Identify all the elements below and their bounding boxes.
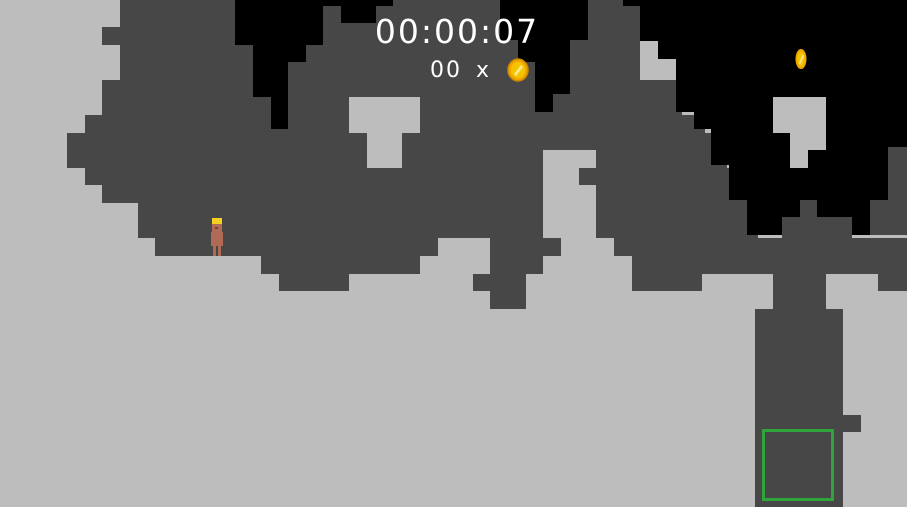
- gold-coin-pickup[interactable]: [795, 48, 807, 70]
- player-hat: [212, 218, 222, 224]
- elapsed-timer: 00:00:07: [374, 12, 540, 51]
- exit-goal-box[interactable]: [762, 429, 834, 501]
- coin-counter: 00 x: [430, 56, 529, 84]
- coin-count: 00: [430, 57, 462, 83]
- player-left-leg: [213, 246, 216, 256]
- coin-multiplier: x: [476, 57, 492, 83]
- game-viewport[interactable]: 00:00:07 00 x: [0, 0, 907, 507]
- player-right-leg: [218, 246, 221, 256]
- player-character[interactable]: [210, 218, 224, 256]
- player-body: [211, 232, 223, 246]
- gold-coin-icon: [507, 58, 529, 82]
